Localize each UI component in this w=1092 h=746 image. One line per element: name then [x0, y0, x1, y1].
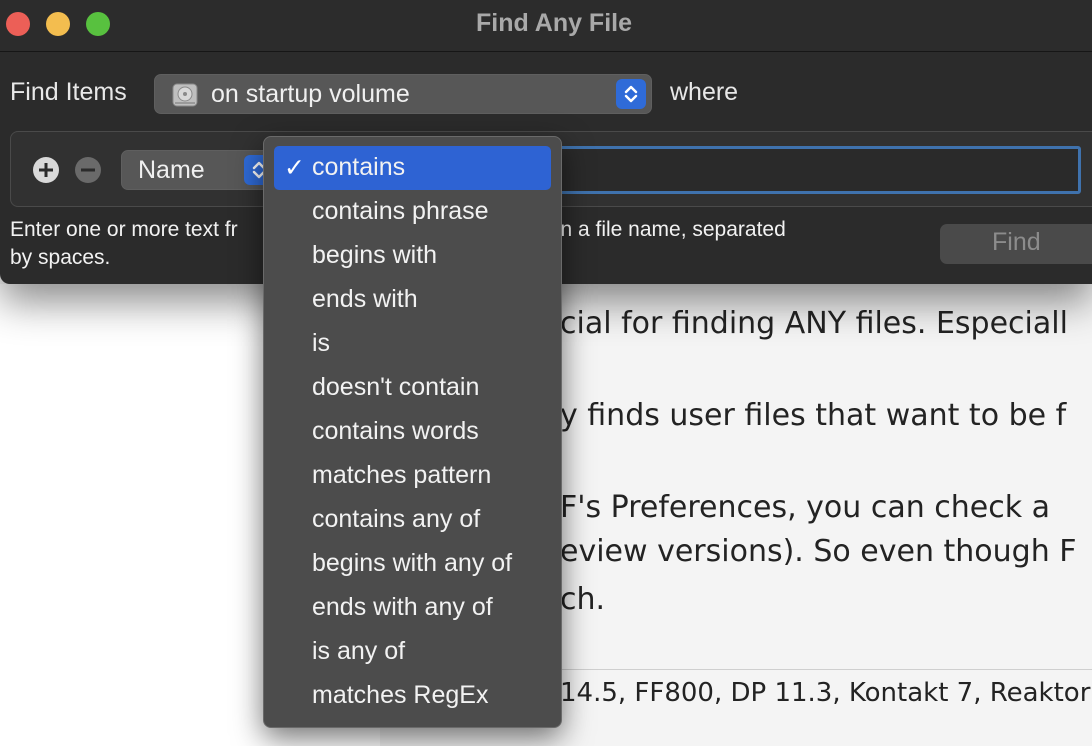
menu-item-label: contains: [312, 153, 406, 181]
add-criterion-button[interactable]: [33, 157, 59, 183]
menu-item[interactable]: is any of: [274, 630, 551, 674]
window-title: Find Any File: [475, 9, 633, 37]
find-items-label: Find Items: [10, 78, 127, 106]
attribute-popup-button[interactable]: Name: [121, 150, 281, 190]
menu-item-label: ends with any of: [312, 593, 493, 621]
hard-disk-icon: [171, 81, 199, 109]
menu-item-label: is any of: [312, 637, 406, 665]
article-line: 14.5, FF800, DP 11.3, Kontakt 7, Reaktor…: [560, 678, 1092, 708]
remove-criterion-button[interactable]: [75, 157, 101, 183]
menu-item-label: begins with: [312, 241, 438, 269]
find-button-label: Find: [992, 228, 1041, 256]
menu-item[interactable]: contains any of: [274, 498, 551, 542]
menu-item-label: doesn't contain: [312, 373, 480, 401]
operator-dropdown-menu: ✓ contains contains phrase begins with ends …: [263, 136, 562, 728]
hint-text-line2: by spaces.: [10, 246, 111, 269]
menu-item-label: contains phrase: [312, 197, 489, 225]
volume-popup-value: on startup volume: [211, 80, 410, 108]
menu-item[interactable]: begins with: [274, 234, 551, 278]
menu-item[interactable]: matches pattern: [274, 454, 551, 498]
menu-item[interactable]: ✓ contains: [274, 146, 551, 190]
menu-item-label: is: [312, 329, 331, 357]
hint-text-left: Enter one or more text fr: [10, 218, 238, 241]
attribute-popup-value: Name: [138, 156, 205, 184]
where-label: where: [670, 78, 739, 106]
volume-popup-button[interactable]: on startup volume: [154, 74, 652, 114]
menu-item-label: contains words: [312, 417, 479, 445]
background-article: cial for finding ANY files. Especiall y …: [560, 284, 1092, 746]
title-bar: Find Any File: [0, 0, 1092, 52]
checkmark-icon: ✓: [284, 154, 305, 182]
menu-item-label: ends with: [312, 285, 418, 313]
article-line: F's Preferences, you can check a: [560, 490, 1051, 525]
menu-item[interactable]: contains phrase: [274, 190, 551, 234]
search-text-field[interactable]: [541, 146, 1081, 194]
menu-item[interactable]: contains words: [274, 410, 551, 454]
menu-item[interactable]: ends with any of: [274, 586, 551, 630]
menu-item[interactable]: begins with any of: [274, 542, 551, 586]
minus-icon: [81, 168, 95, 172]
chevron-updown-icon: [616, 79, 646, 109]
menu-item[interactable]: ends with: [274, 278, 551, 322]
article-line: ch.: [560, 582, 606, 617]
menu-item-label: matches pattern: [312, 461, 492, 489]
menu-item-label: begins with any of: [312, 549, 513, 577]
menu-item-label: contains any of: [312, 505, 481, 533]
article-line: cial for finding ANY files. Especiall: [560, 306, 1068, 341]
menu-item-label: matches RegEx: [312, 681, 489, 709]
menu-item[interactable]: doesn't contain: [274, 366, 551, 410]
menu-item[interactable]: is: [274, 322, 551, 366]
find-items-row: Find Items on startup volume where: [0, 52, 1092, 134]
article-line: y finds user files that want to be f: [560, 398, 1067, 433]
article-line: eview versions). So even though F: [560, 534, 1077, 569]
menu-item[interactable]: matches RegEx: [274, 674, 551, 718]
find-button[interactable]: Find: [940, 224, 1092, 264]
plus-icon: [39, 163, 53, 177]
